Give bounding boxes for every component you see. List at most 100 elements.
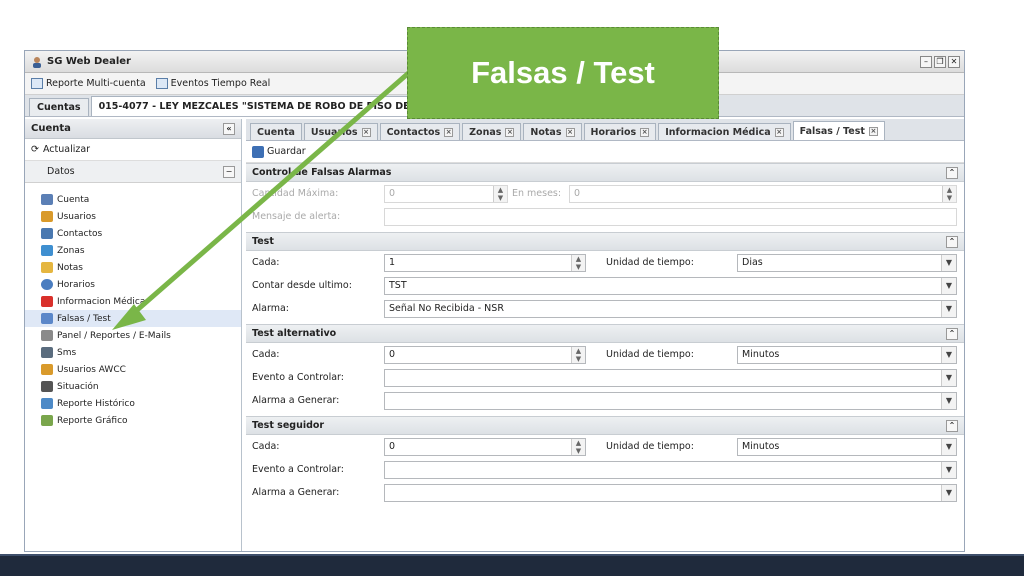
follow-time-unit-select[interactable]: Minutos ▼	[737, 437, 957, 456]
collapse-left-icon[interactable]: «	[223, 122, 235, 135]
spinner-icon[interactable]: ▲ ▼	[571, 254, 585, 271]
sidebar-item-label: Zonas	[57, 245, 85, 256]
app-window: SG Web Dealer – ❐ ✕ Reporte Multi-cuenta…	[24, 50, 965, 552]
spinner-icon[interactable]: ▲ ▼	[571, 346, 585, 363]
sidebar-item-label: Situación	[57, 381, 99, 392]
collapse-up-icon[interactable]: ⌃	[946, 327, 958, 340]
spinner-icon[interactable]: ▲ ▼	[493, 185, 507, 202]
sidebar-item-contactos[interactable]: Contactos	[25, 225, 241, 242]
alt-alarm-select[interactable]: ▼	[384, 391, 957, 410]
sidebar-item-zonas[interactable]: Zonas	[25, 242, 241, 259]
window-title: SG Web Dealer	[47, 56, 131, 67]
wrench-icon	[41, 313, 53, 324]
sidebar-item-sms[interactable]: Sms	[25, 344, 241, 361]
follow-alarm-select[interactable]: ▼	[384, 483, 957, 502]
follow-interval-input[interactable]: 0 ▲ ▼	[384, 437, 586, 456]
contacts-icon	[41, 228, 53, 239]
sidebar-item-falsas-test[interactable]: Falsas / Test	[25, 310, 241, 327]
test-time-unit-select[interactable]: Dias ▼	[737, 253, 957, 272]
sub-tab-bar: Cuenta Usuarios × Contactos × Zonas × Notas…	[246, 119, 964, 141]
follow-event-select[interactable]: ▼	[384, 460, 957, 479]
sidebar-item-informacion-medica[interactable]: Informacion Médica	[25, 293, 241, 310]
chevron-down-icon[interactable]: ▼	[941, 392, 956, 409]
tab-cuentas[interactable]: Cuentas	[29, 98, 89, 116]
datos-section-header[interactable]: Datos −	[25, 161, 241, 183]
chevron-down-icon[interactable]: ▼	[941, 484, 956, 501]
close-tab-icon[interactable]: ×	[565, 127, 575, 137]
sidebar-item-reporte-grafico[interactable]: Reporte Gráfico	[25, 412, 241, 429]
tab-falsas-test[interactable]: Falsas / Test ×	[792, 121, 885, 140]
refresh-button[interactable]: ⟳ Actualizar	[25, 139, 241, 161]
form-row: Mensaje de alerta:	[246, 205, 964, 228]
tab-notas[interactable]: Notas ×	[523, 123, 582, 140]
save-button[interactable]: Guardar	[267, 146, 306, 157]
notes-icon	[41, 262, 53, 273]
chevron-down-icon[interactable]: ▼	[941, 461, 956, 478]
alt-event-select[interactable]: ▼	[384, 368, 957, 387]
spinner-icon[interactable]: ▲ ▼	[571, 438, 585, 455]
alt-time-unit-select[interactable]: Minutos ▼	[737, 345, 957, 364]
field-value: Minutos	[742, 349, 780, 360]
toolbar-label: Reporte Multi-cuenta	[46, 78, 146, 89]
sidebar-item-reporte-historico[interactable]: Reporte Histórico	[25, 395, 241, 412]
months-input[interactable]: 0 ▲ ▼	[569, 184, 957, 203]
chevron-down-icon[interactable]: ▼	[941, 438, 956, 455]
tab-account[interactable]: 015-4077 - LEY MEZCALES "SISTEMA DE ROBO…	[90, 96, 456, 116]
tab-label: Falsas / Test	[799, 125, 865, 137]
sidebar-item-usuarios[interactable]: Usuarios	[25, 208, 241, 225]
realtime-events-button[interactable]: Eventos Tiempo Real	[155, 78, 270, 89]
restore-button[interactable]: ❐	[934, 55, 946, 68]
sidebar-item-situacion[interactable]: Situación	[25, 378, 241, 395]
collapse-up-icon[interactable]: ⌃	[946, 419, 958, 432]
sidebar-item-horarios[interactable]: Horarios	[25, 276, 241, 293]
close-tab-icon[interactable]: ×	[868, 126, 878, 136]
tab-horarios[interactable]: Horarios ×	[583, 123, 657, 140]
clock-icon	[41, 279, 53, 290]
tab-usuarios[interactable]: Usuarios ×	[303, 123, 378, 140]
test-interval-input[interactable]: 1 ▲ ▼	[384, 253, 586, 272]
chevron-down-icon[interactable]: ▼	[941, 300, 956, 317]
refresh-label: Actualizar	[42, 144, 91, 155]
sidebar-item-panel-reportes[interactable]: Panel / Reportes / E-Mails	[25, 327, 241, 344]
close-tab-icon[interactable]: ×	[640, 127, 650, 137]
sidebar-item-usuarios-awcc[interactable]: Usuarios AWCC	[25, 361, 241, 378]
close-tab-icon[interactable]: ×	[505, 127, 515, 137]
tab-informacion-medica[interactable]: Informacion Médica ×	[658, 123, 791, 140]
tab-zonas[interactable]: Zonas ×	[462, 123, 522, 140]
field-value: 0	[389, 349, 396, 360]
count-from-select[interactable]: TST ▼	[384, 276, 957, 295]
close-button[interactable]: ✕	[948, 55, 960, 68]
sidebar-item-label: Informacion Médica	[57, 296, 146, 307]
field-label: Alarma a Generar:	[252, 487, 340, 498]
form-row: Cantidad Máxima: 0 ▲ ▼ En meses: 0 ▲ ▼	[246, 182, 964, 205]
field-label: Cada:	[252, 441, 280, 452]
collapse-up-icon[interactable]: ⌃	[946, 166, 958, 179]
sidebar-item-cuenta[interactable]: Cuenta	[25, 191, 241, 208]
chevron-down-icon[interactable]: ▼	[941, 346, 956, 363]
multi-account-report-button[interactable]: Reporte Multi-cuenta	[31, 78, 146, 89]
chevron-down-icon[interactable]: ▼	[941, 369, 956, 386]
medical-icon	[41, 296, 53, 307]
field-label: Unidad de tiempo:	[606, 349, 694, 360]
alert-message-input[interactable]	[384, 207, 957, 226]
form-row: Cada: 1 ▲ ▼ Unidad de tiempo: Dias ▼	[246, 251, 964, 274]
max-count-input[interactable]: 0 ▲ ▼	[384, 184, 508, 203]
form-row: Cada: 0 ▲ ▼ Unidad de tiempo: Minutos ▼	[246, 435, 964, 458]
close-tab-icon[interactable]: ×	[774, 127, 784, 137]
sidebar-item-notas[interactable]: Notas	[25, 259, 241, 276]
alarm-select[interactable]: Señal No Recibida - NSR ▼	[384, 299, 957, 318]
save-icon	[252, 145, 264, 158]
chevron-down-icon[interactable]: ▼	[941, 254, 956, 271]
chevron-down-icon[interactable]: ▼	[941, 277, 956, 294]
alt-interval-input[interactable]: 0 ▲ ▼	[384, 345, 586, 364]
close-tab-icon[interactable]: ×	[444, 127, 454, 137]
callout-text: Falsas / Test	[471, 55, 655, 90]
tab-contactos[interactable]: Contactos ×	[379, 123, 461, 140]
spinner-icon[interactable]: ▲ ▼	[942, 185, 956, 202]
slide-footer-bar	[0, 554, 1024, 576]
tab-cuenta[interactable]: Cuenta	[250, 123, 302, 140]
collapse-up-icon[interactable]: ⌃	[946, 235, 958, 248]
close-tab-icon[interactable]: ×	[361, 127, 371, 137]
collapse-minus-icon[interactable]: −	[223, 165, 235, 178]
minimize-button[interactable]: –	[920, 55, 932, 68]
